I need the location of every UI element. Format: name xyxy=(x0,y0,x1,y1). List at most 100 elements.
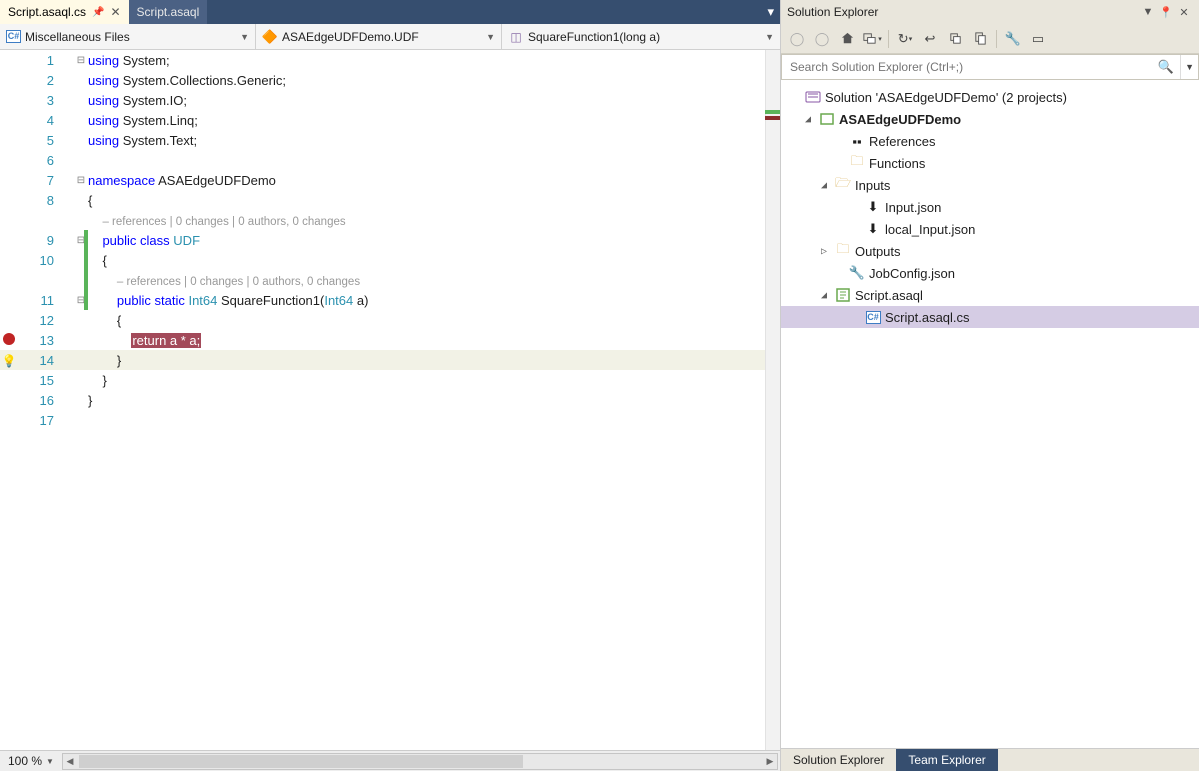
home-button[interactable] xyxy=(835,27,859,51)
node-label: Script.asaql xyxy=(855,288,923,303)
fold-toggle[interactable]: ⊟ xyxy=(74,55,88,66)
horizontal-scrollbar[interactable]: ◀ ▶ xyxy=(62,753,778,770)
chevron-down-icon[interactable]: ▼ xyxy=(46,757,60,766)
navigation-bar: C# Miscellaneous Files ▼ 🔶 ASAEdgeUDFDem… xyxy=(0,24,780,50)
folder-open-icon: 🗁 xyxy=(835,177,851,193)
node-label: local_Input.json xyxy=(885,222,975,237)
solution-toolbar: ◯ ◯ ▾ ↻▾ ↩ 🔧 ▭ xyxy=(781,24,1199,54)
tab-solution-explorer[interactable]: Solution Explorer xyxy=(781,749,896,771)
scrollbar-thumb[interactable] xyxy=(79,755,523,768)
nav-class-dropdown[interactable]: 🔶 ASAEdgeUDFDemo.UDF ▼ xyxy=(256,24,502,49)
scope-button[interactable]: ▾ xyxy=(860,27,884,51)
scroll-right-icon[interactable]: ▶ xyxy=(762,754,778,769)
fold-toggle[interactable]: ⊟ xyxy=(74,175,88,186)
breakpoint[interactable] xyxy=(0,333,18,348)
tab-script-asaql[interactable]: Script.asaql xyxy=(129,0,208,24)
overview-ruler[interactable] xyxy=(765,50,780,750)
overview-change-mark xyxy=(765,110,780,114)
pin-icon[interactable]: 📍 xyxy=(1157,6,1175,19)
panel-title: Solution Explorer xyxy=(787,5,1139,19)
node-label: Outputs xyxy=(855,244,901,259)
solution-explorer-pane: Solution Explorer ▼ 📍 ✕ ◯ ◯ ▾ ↻▾ ↩ 🔧 ▭ 🔍… xyxy=(781,0,1199,771)
refresh-button[interactable]: ↩ xyxy=(918,27,942,51)
tabs-overflow-button[interactable]: ▾ xyxy=(761,0,780,24)
close-icon[interactable]: ✕ xyxy=(110,5,120,19)
tab-label: Script.asaql.cs xyxy=(8,5,86,19)
nav-member-label: SquareFunction1(long a) xyxy=(528,30,660,44)
tree-script-cs-node[interactable]: C# Script.asaql.cs xyxy=(781,306,1199,328)
preview-button[interactable]: ▭ xyxy=(1026,27,1050,51)
collapse-all-button[interactable] xyxy=(943,27,967,51)
sync-button[interactable]: ↻▾ xyxy=(893,27,917,51)
chevron-down-icon: ▼ xyxy=(240,32,249,42)
change-marker xyxy=(84,230,88,310)
tree-script-asaql-node[interactable]: ◢ Script.asaql xyxy=(781,284,1199,306)
tree-outputs-node[interactable]: ▷ 🗀 Outputs xyxy=(781,240,1199,262)
solution-tree[interactable]: Solution 'ASAEdgeUDFDemo' (2 projects) ◢… xyxy=(781,80,1199,748)
breakpoint-highlight: return a * a; xyxy=(131,333,201,348)
folder-icon: 🗀 xyxy=(835,243,851,259)
pin-icon[interactable]: 📌 xyxy=(92,7,104,18)
code-editor[interactable]: ⇕ 1⊟using System; 2using System.Collecti… xyxy=(0,50,780,750)
chevron-down-icon: ▼ xyxy=(486,32,495,42)
nav-project-dropdown[interactable]: C# Miscellaneous Files ▼ xyxy=(0,24,256,49)
tab-script-cs[interactable]: Script.asaql.cs 📌 ✕ xyxy=(0,0,129,24)
expand-icon[interactable]: ◢ xyxy=(817,290,831,301)
tree-project-node[interactable]: ◢ ASAEdgeUDFDemo xyxy=(781,108,1199,130)
show-all-files-button[interactable] xyxy=(968,27,992,51)
close-icon[interactable]: ✕ xyxy=(1175,6,1193,19)
nav-project-label: Miscellaneous Files xyxy=(25,30,130,44)
bottom-tabs: Solution Explorer Team Explorer xyxy=(781,748,1199,771)
download-icon: ⬇ xyxy=(865,199,881,215)
document-tabs: Script.asaql.cs 📌 ✕ Script.asaql ▾ xyxy=(0,0,780,24)
back-button[interactable]: ◯ xyxy=(785,27,809,51)
node-label: Script.asaql.cs xyxy=(885,310,970,325)
tree-jobconfig-node[interactable]: 🔧 JobConfig.json xyxy=(781,262,1199,284)
codelens[interactable]: – references | 0 changes | 0 authors, 0 … xyxy=(102,216,345,228)
solution-explorer-titlebar: Solution Explorer ▼ 📍 ✕ xyxy=(781,0,1199,24)
zoom-level[interactable]: 100 % xyxy=(0,754,46,768)
node-label: Inputs xyxy=(855,178,890,193)
chevron-down-icon: ▼ xyxy=(765,32,774,42)
properties-button[interactable]: 🔧 xyxy=(1001,27,1025,51)
node-label: References xyxy=(869,134,935,149)
node-label: Solution 'ASAEdgeUDFDemo' (2 projects) xyxy=(825,90,1067,105)
tab-label: Script.asaql xyxy=(137,5,200,19)
nav-class-label: ASAEdgeUDFDemo.UDF xyxy=(282,30,419,44)
scroll-left-icon[interactable]: ◀ xyxy=(62,754,78,769)
forward-button[interactable]: ◯ xyxy=(810,27,834,51)
expand-icon[interactable]: ◢ xyxy=(801,114,815,125)
csharp-file-icon: C# xyxy=(865,309,881,325)
solution-search[interactable]: 🔍 ▼ xyxy=(781,54,1199,80)
editor-pane: Script.asaql.cs 📌 ✕ Script.asaql ▾ C# Mi… xyxy=(0,0,781,771)
overview-error-mark xyxy=(765,116,780,120)
breakpoint-icon xyxy=(3,333,15,345)
expand-icon[interactable]: ▷ xyxy=(817,246,831,257)
csharp-icon: C# xyxy=(6,30,21,43)
lightbulb-icon[interactable]: 💡 xyxy=(2,354,17,368)
project-icon xyxy=(819,111,835,127)
expand-icon[interactable]: ◢ xyxy=(817,180,831,191)
method-icon: ◫ xyxy=(508,29,524,45)
window-position-icon[interactable]: ▼ xyxy=(1139,6,1157,18)
tree-local-input-json[interactable]: ⬇ local_Input.json xyxy=(781,218,1199,240)
tree-references-node[interactable]: ▪▪ References xyxy=(781,130,1199,152)
node-label: Functions xyxy=(869,156,925,171)
nav-member-dropdown[interactable]: ◫ SquareFunction1(long a) ▼ xyxy=(502,24,780,49)
node-label: Input.json xyxy=(885,200,941,215)
class-icon: 🔶 xyxy=(262,29,278,45)
tree-input-json[interactable]: ⬇ Input.json xyxy=(781,196,1199,218)
tree-solution-node[interactable]: Solution 'ASAEdgeUDFDemo' (2 projects) xyxy=(781,86,1199,108)
codelens[interactable]: – references | 0 changes | 0 authors, 0 … xyxy=(117,276,360,288)
search-options-icon[interactable]: ▼ xyxy=(1180,55,1198,79)
config-icon: 🔧 xyxy=(849,265,865,281)
solution-search-input[interactable] xyxy=(782,60,1152,74)
tree-inputs-node[interactable]: ◢ 🗁 Inputs xyxy=(781,174,1199,196)
tree-functions-node[interactable]: 🗀 Functions xyxy=(781,152,1199,174)
download-icon: ⬇ xyxy=(865,221,881,237)
search-icon[interactable]: 🔍 xyxy=(1152,59,1180,75)
script-icon xyxy=(835,287,851,303)
references-icon: ▪▪ xyxy=(849,133,865,149)
editor-status-bar: 100 % ▼ ◀ ▶ xyxy=(0,750,780,771)
tab-team-explorer[interactable]: Team Explorer xyxy=(896,749,997,771)
